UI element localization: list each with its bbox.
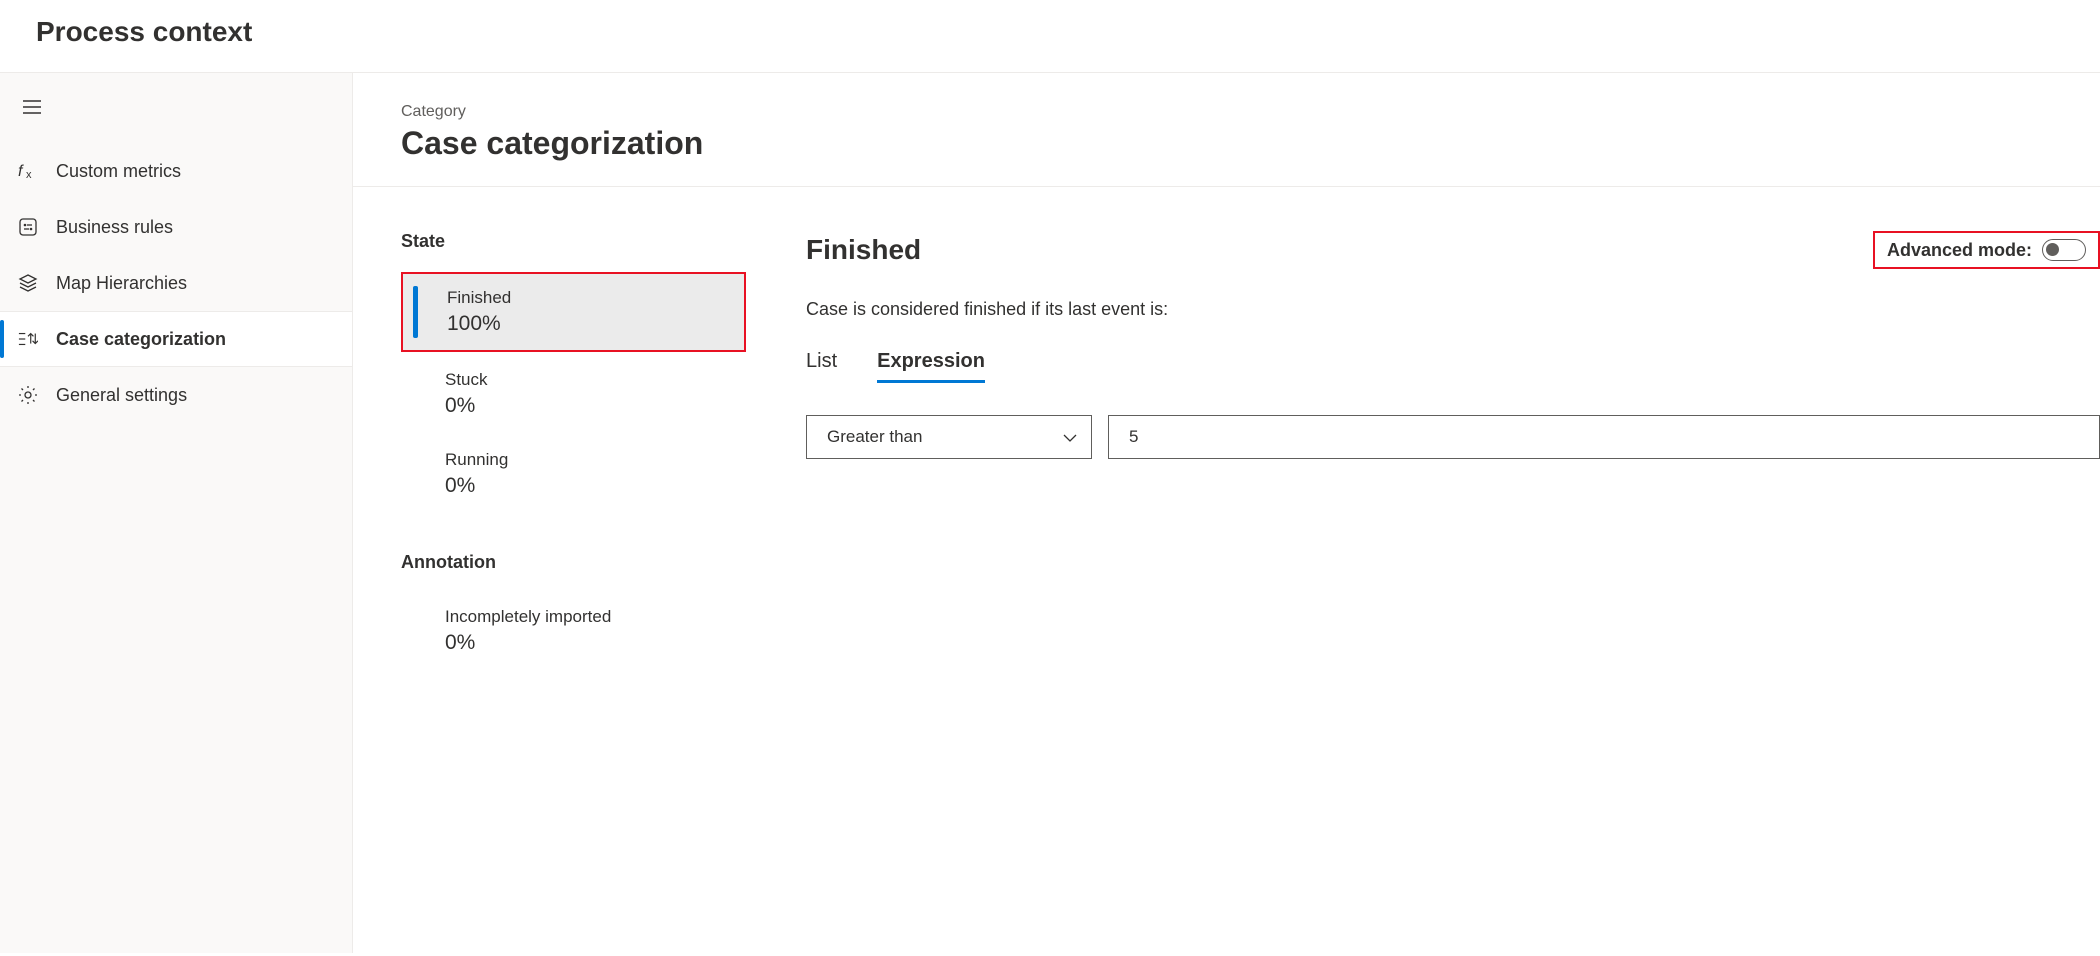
chevron-down-icon bbox=[1063, 427, 1077, 447]
state-item-running[interactable]: Running 0% bbox=[401, 436, 746, 512]
gear-icon bbox=[18, 385, 38, 405]
sidebar-item-label: Business rules bbox=[56, 217, 173, 238]
sidebar-item-label: Case categorization bbox=[56, 329, 226, 350]
value-input[interactable] bbox=[1108, 415, 2100, 459]
state-section-header: State bbox=[401, 231, 746, 252]
tab-expression[interactable]: Expression bbox=[877, 350, 985, 383]
state-value: 0% bbox=[445, 474, 726, 498]
layers-icon bbox=[18, 273, 38, 293]
sidebar-item-custom-metrics[interactable]: fx Custom metrics bbox=[0, 143, 352, 199]
annotation-item-incomplete[interactable]: Incompletely imported 0% bbox=[401, 593, 746, 669]
state-value: 100% bbox=[447, 312, 724, 336]
tab-list[interactable]: List bbox=[806, 350, 837, 383]
sidebar-item-business-rules[interactable]: Business rules bbox=[0, 199, 352, 255]
state-item-finished[interactable]: Finished 100% bbox=[401, 272, 746, 352]
state-name: Finished bbox=[447, 288, 724, 308]
state-name: Running bbox=[445, 450, 726, 470]
svg-text:x: x bbox=[26, 169, 32, 181]
operator-select[interactable]: Greater than bbox=[806, 415, 1092, 459]
advanced-mode-toggle[interactable] bbox=[2042, 239, 2086, 261]
annotation-name: Incompletely imported bbox=[445, 607, 726, 627]
annotation-section-header: Annotation bbox=[401, 552, 746, 573]
sidebar-item-general-settings[interactable]: General settings bbox=[0, 367, 352, 423]
detail-description: Case is considered finished if its last … bbox=[806, 299, 2100, 320]
state-name: Stuck bbox=[445, 370, 726, 390]
advanced-mode-label: Advanced mode: bbox=[1887, 240, 2032, 261]
app-title: Process context bbox=[36, 16, 2064, 48]
rules-icon bbox=[18, 217, 38, 237]
sidebar-item-label: Custom metrics bbox=[56, 161, 181, 182]
state-item-stuck[interactable]: Stuck 0% bbox=[401, 356, 746, 432]
detail-tabs: List Expression bbox=[806, 350, 2100, 383]
sidebar-item-label: General settings bbox=[56, 385, 187, 406]
annotation-value: 0% bbox=[445, 631, 726, 655]
hamburger-icon[interactable] bbox=[8, 83, 56, 131]
sidebar-item-case-categorization[interactable]: Case categorization bbox=[0, 311, 352, 367]
operator-select-value: Greater than bbox=[827, 427, 922, 447]
detail-title: Finished bbox=[806, 234, 921, 266]
sidebar-item-map-hierarchies[interactable]: Map Hierarchies bbox=[0, 255, 352, 311]
sidebar-item-label: Map Hierarchies bbox=[56, 273, 187, 294]
fx-icon: fx bbox=[18, 161, 38, 181]
categorize-icon bbox=[18, 329, 38, 349]
state-value: 0% bbox=[445, 394, 726, 418]
svg-text:f: f bbox=[18, 163, 24, 180]
category-label: Category bbox=[401, 103, 2100, 121]
sidebar: fx Custom metrics Business rules Map Hie… bbox=[0, 73, 353, 953]
advanced-mode-control: Advanced mode: bbox=[1873, 231, 2100, 269]
page-title: Case categorization bbox=[401, 125, 2100, 186]
